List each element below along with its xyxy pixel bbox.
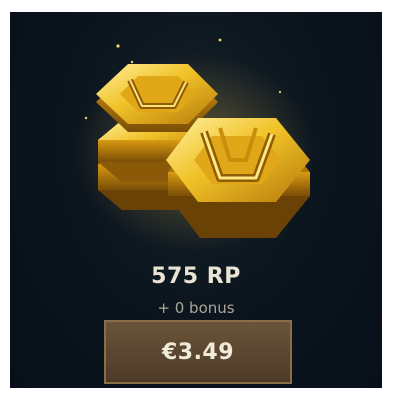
rp-amount: 575 RP [151, 264, 241, 289]
bonus-label: + 0 bonus [157, 299, 235, 317]
riot-points-coins-icon [75, 38, 315, 252]
purchase-price-button[interactable]: €3.49 [104, 320, 292, 384]
price-label: €3.49 [161, 339, 235, 365]
rp-bundle-card[interactable]: 575 RP + 0 bonus €3.49 [10, 12, 382, 388]
